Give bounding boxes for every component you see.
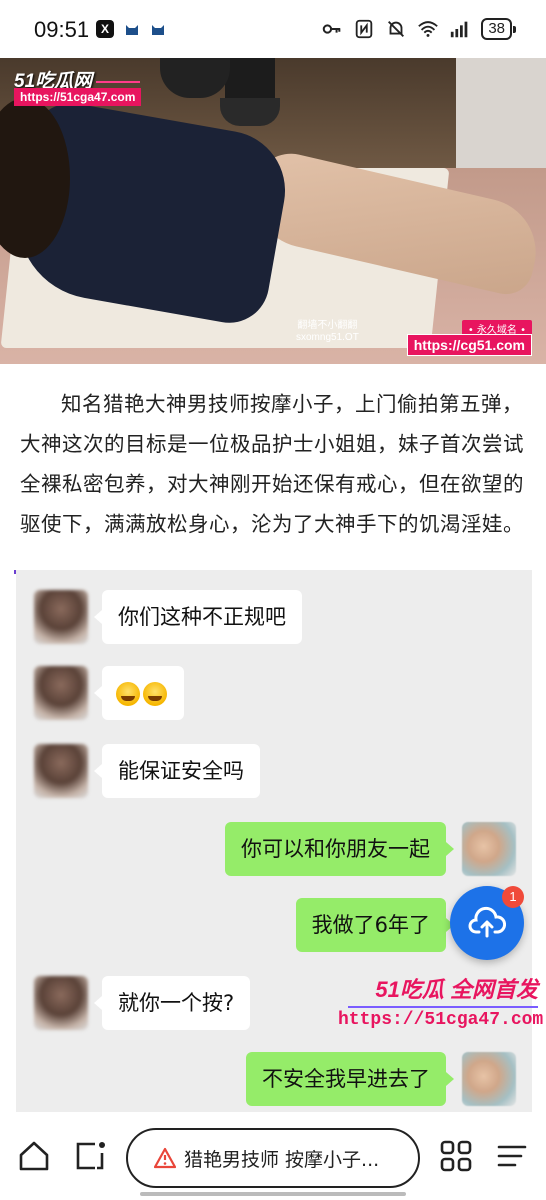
address-text: 猎艳男技师 按摩小子... [184, 1148, 380, 1171]
status-notification-icons: X [96, 20, 166, 38]
chat-row: 你可以和你朋友一起 [16, 822, 532, 882]
article-paragraph: 知名猎艳大神男技师按摩小子，上门偷拍第五弹，大神这次的目标是一位极品护士小姐姐，… [20, 392, 524, 536]
home-icon [19, 1141, 49, 1171]
watermark-url: https://51cga47.com [14, 88, 142, 106]
home-indicator[interactable] [140, 1192, 406, 1196]
signal-icon [451, 21, 468, 38]
cloud-upload-icon [468, 906, 506, 938]
laughing-crying-emoji-icon [116, 682, 140, 706]
cat-icon [152, 25, 164, 35]
home-button[interactable] [16, 1138, 52, 1174]
avatar [462, 822, 516, 876]
chat-bubble-right: 不安全我早进去了 [246, 1052, 454, 1106]
notification-badge: 1 [502, 886, 524, 908]
battery-icon: 38 [481, 18, 516, 40]
avatar [34, 666, 88, 720]
tabs-switch-button[interactable] [72, 1138, 108, 1174]
chat-screenshot[interactable]: 你们这种不正规吧 能保证安全吗 你可以和你朋友一起 我做了6年了 就你一个按? … [16, 570, 532, 1112]
shoe [220, 98, 280, 126]
tabs-switch-icon [76, 1142, 105, 1170]
status-time: 09:51 [34, 17, 90, 42]
watermark-permanent-url: https://cg51.com [406, 334, 532, 356]
shoe [160, 58, 230, 98]
warning-icon [154, 1147, 176, 1169]
avatar [462, 1052, 516, 1106]
chat-watermark: 51吃瓜 全网首发 https://51cga47.com [338, 972, 544, 1030]
nfc-icon [356, 19, 373, 39]
cat-icon [126, 25, 138, 35]
watermark-title: 51吃瓜 全网首发 [375, 977, 538, 1002]
apps-grid-button[interactable] [438, 1138, 474, 1174]
status-system-icons: 38 [321, 18, 516, 40]
menu-icon [497, 1145, 527, 1167]
chat-row: 你们这种不正规吧 [16, 590, 532, 650]
chat-row: 能保证安全吗 [16, 744, 532, 804]
browser-bottom-bar: 猎艳男技师 按摩小子... [0, 1112, 546, 1200]
mute-bell-icon [388, 21, 405, 37]
article-hero-image[interactable]: 51吃瓜网 https://51cga47.com 翻墙不小翻翻 sxomng5… [0, 58, 546, 364]
watermark-line [348, 1006, 538, 1008]
x-app-icon: X [96, 20, 114, 38]
address-bar[interactable]: 猎艳男技师 按摩小子... [126, 1128, 420, 1188]
chat-bubble-left: 你们这种不正规吧 [94, 590, 302, 644]
chat-bubble-right: 你可以和你朋友一起 [225, 822, 454, 876]
menu-button[interactable] [494, 1138, 530, 1174]
chat-row [16, 666, 532, 726]
chat-row: 不安全我早进去了 [16, 1052, 532, 1112]
apps-grid-icon [440, 1140, 472, 1172]
chat-bubble-right: 我做了6年了 [295, 898, 455, 952]
chat-bubble-left [94, 666, 184, 720]
watermark-url: https://51cga47.com [338, 1010, 544, 1030]
laughing-crying-emoji-icon [143, 682, 167, 706]
status-bar: 09:51 X 38 [0, 0, 546, 58]
watermark-subtitle: 翻墙不小翻翻 sxomng51.OT [296, 320, 359, 343]
cabinet [456, 58, 546, 168]
chat-bubble-left: 就你一个按? [93, 976, 251, 1030]
avatar [34, 744, 88, 798]
chat-bubble-left: 能保证安全吗 [94, 744, 260, 798]
avatar [34, 590, 88, 644]
key-icon [323, 24, 341, 34]
wifi-icon [418, 21, 439, 37]
avatar [34, 976, 88, 1030]
